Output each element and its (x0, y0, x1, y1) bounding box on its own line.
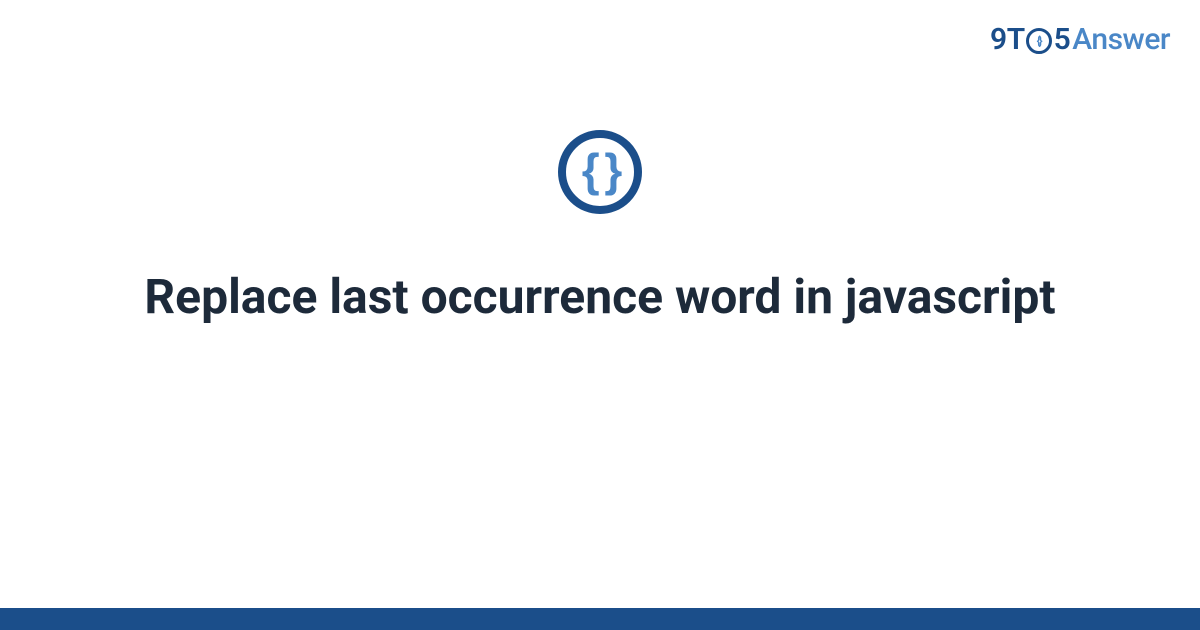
main-content: { } Replace last occurrence word in java… (0, 130, 1200, 327)
logo-ring-glyph: {} (1037, 34, 1041, 48)
question-title: Replace last occurrence word in javascri… (104, 266, 1095, 327)
logo-nine: 9 (990, 22, 1007, 57)
logo-five: 5 (1054, 22, 1071, 57)
page-root: 9 T {} 5 Answer { } Replace last occurre… (0, 0, 1200, 630)
logo-answer: Answer (1072, 22, 1170, 57)
logo-ring-icon: {} (1026, 28, 1052, 54)
topic-icon-circle: { } (558, 130, 642, 214)
logo-t: T (1007, 22, 1025, 57)
curly-braces-icon: { } (582, 147, 619, 193)
footer-bar (0, 608, 1200, 630)
site-logo: 9 T {} 5 Answer (990, 22, 1170, 57)
